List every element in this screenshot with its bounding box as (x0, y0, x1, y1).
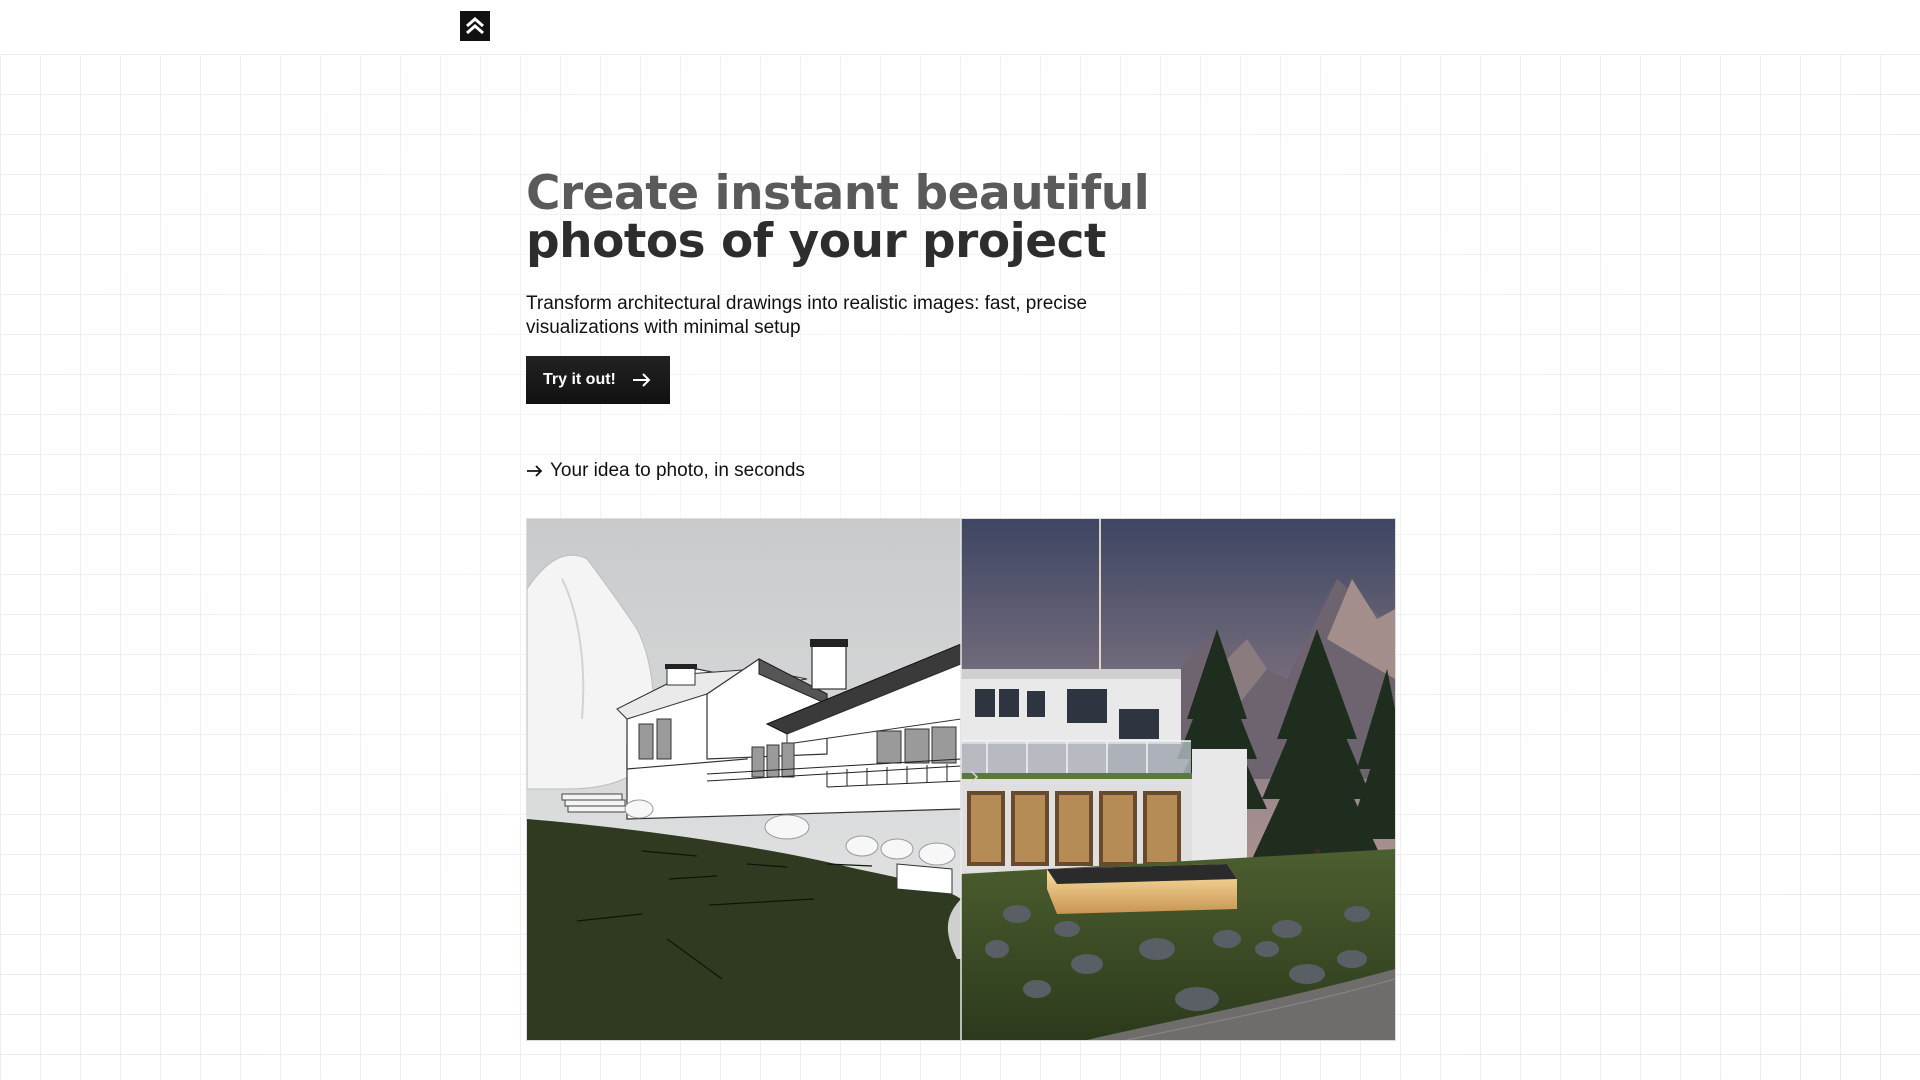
page: Create instant beautiful photos of your … (0, 0, 1920, 1080)
before-after-comparison[interactable] (526, 518, 1396, 1041)
photo-render (961, 519, 1395, 1040)
arrow-right-icon (632, 373, 651, 387)
sketch-render (527, 519, 961, 1040)
hero-title: Create instant beautiful photos of your … (526, 170, 1396, 266)
hero-title-line-1: Create instant beautiful (526, 166, 1150, 221)
logo-button[interactable] (460, 11, 490, 41)
try-it-out-label: Try it out! (543, 371, 616, 388)
section-tagline: Your idea to photo, in seconds (526, 460, 1396, 482)
arrow-right-icon (527, 465, 543, 477)
top-nav (0, 0, 1920, 55)
try-it-out-button[interactable]: Try it out! (526, 356, 670, 404)
hero-title-line-2: photos of your project (526, 214, 1106, 269)
comparison-canvas (527, 519, 1395, 1040)
hero-section: Create instant beautiful photos of your … (526, 170, 1396, 482)
hero-subtitle: Transform architectural drawings into re… (526, 293, 1088, 338)
tagline-text: Your idea to photo, in seconds (550, 460, 805, 481)
double-chevron-up-icon (466, 17, 484, 35)
